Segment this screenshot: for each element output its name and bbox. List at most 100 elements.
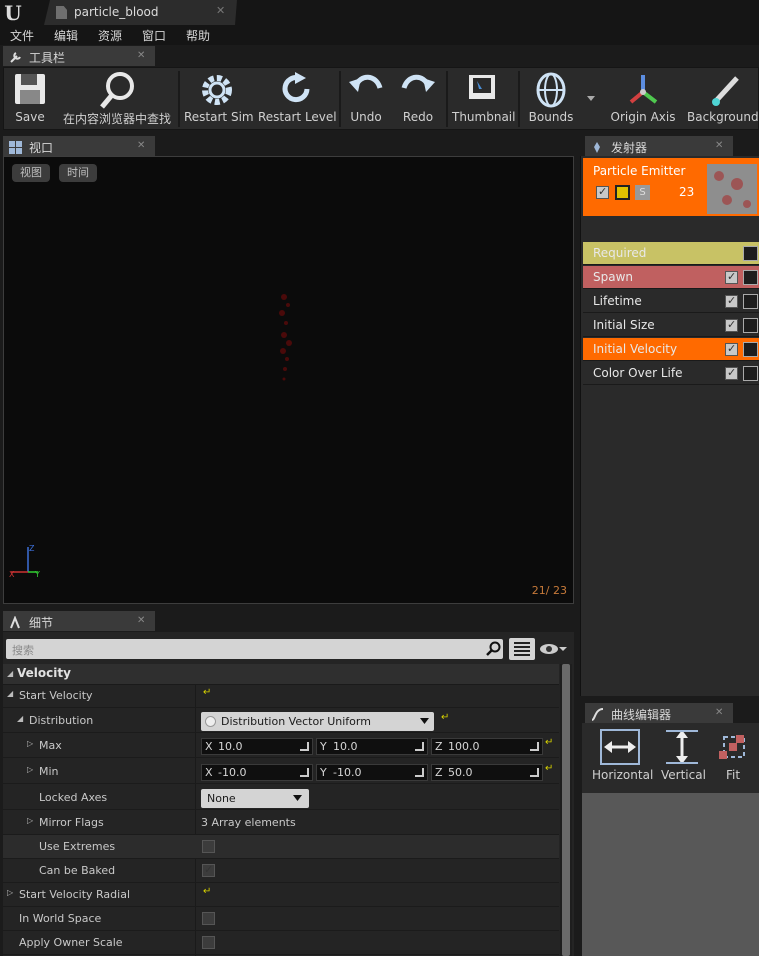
menu-window[interactable]: 窗口 <box>142 27 166 44</box>
fit-icon <box>719 735 745 759</box>
drag-handle-icon[interactable] <box>530 742 539 751</box>
close-panel-icon[interactable]: ✕ <box>137 615 145 626</box>
graph-icon[interactable] <box>743 294 758 309</box>
menu-file[interactable]: 文件 <box>10 27 34 44</box>
emitter-render-mode-icon[interactable] <box>615 185 630 200</box>
use-extremes-checkbox[interactable] <box>202 840 215 853</box>
min-y-field[interactable]: Y -10.0 <box>316 764 428 781</box>
menu-asset[interactable]: 资源 <box>98 27 122 44</box>
close-panel-icon[interactable]: ✕ <box>715 140 723 151</box>
module-required[interactable]: Required <box>583 242 759 265</box>
emitters-panel-tab[interactable]: 发射器 ✕ <box>585 136 733 156</box>
find-in-content-browser-button[interactable]: 在内容浏览器中查找 <box>59 68 175 130</box>
collapse-arrow-icon[interactable]: ◢ <box>17 714 23 723</box>
time-button[interactable]: 时间 <box>59 164 97 182</box>
module-initial-velocity[interactable]: Initial Velocity <box>583 338 759 361</box>
module-enable-checkbox[interactable] <box>725 318 738 332</box>
restart-sim-button[interactable]: Restart Sim <box>184 68 254 130</box>
save-button[interactable]: Save <box>6 68 54 130</box>
expand-arrow-icon[interactable]: ▷ <box>7 888 13 897</box>
close-panel-icon[interactable]: ✕ <box>137 140 145 151</box>
collapse-arrow-icon[interactable]: ◢ <box>7 689 13 698</box>
visibility-eye-icon[interactable] <box>539 642 569 656</box>
undo-button[interactable]: Undo <box>344 68 388 130</box>
chevron-down-icon <box>587 96 595 101</box>
module-enable-checkbox[interactable] <box>725 270 738 284</box>
module-enable-checkbox[interactable] <box>725 342 738 356</box>
min-x-field[interactable]: X -10.0 <box>201 764 313 781</box>
module-enable-checkbox[interactable] <box>725 294 738 308</box>
graph-icon[interactable] <box>743 246 758 261</box>
min-z-field[interactable]: Z 50.0 <box>431 764 543 781</box>
horizontal-button[interactable]: Horizontal <box>586 727 653 785</box>
close-panel-icon[interactable]: ✕ <box>715 707 723 718</box>
graph-icon[interactable] <box>743 342 758 357</box>
curve-editor-canvas[interactable] <box>582 793 759 956</box>
in-world-space-checkbox[interactable] <box>202 912 215 925</box>
thumbnail-button[interactable]: Thumbnail <box>452 68 515 130</box>
emitter-header[interactable]: Particle Emitter S 23 <box>583 158 759 216</box>
drag-handle-icon[interactable] <box>415 742 424 751</box>
property-matrix-button[interactable] <box>509 638 535 660</box>
bounds-dropdown[interactable] <box>584 68 598 130</box>
graph-icon[interactable] <box>743 318 758 333</box>
solo-button[interactable]: S <box>635 185 650 200</box>
apply-owner-scale-checkbox[interactable] <box>202 936 215 949</box>
toolbar-panel-tab[interactable]: 工具栏 ✕ <box>3 46 155 66</box>
emitter-thumbnail <box>707 164 757 214</box>
expand-arrow-icon[interactable]: ▷ <box>27 816 33 825</box>
redo-button[interactable]: Redo <box>396 68 440 130</box>
graph-icon[interactable] <box>743 270 758 285</box>
background-color-button[interactable]: Background C <box>684 68 759 130</box>
max-x-field[interactable]: X 10.0 <box>201 738 313 755</box>
module-enable-checkbox[interactable] <box>725 366 738 380</box>
reset-to-default-icon[interactable]: ↵ <box>545 764 554 774</box>
emitter-enable-checkbox[interactable] <box>596 185 609 199</box>
menu-help[interactable]: 帮助 <box>186 27 210 44</box>
bounds-button[interactable]: Bounds <box>524 68 578 130</box>
curve-editor-tab[interactable]: 曲线编辑器 ✕ <box>585 703 733 723</box>
view-button[interactable]: 视图 <box>12 164 50 182</box>
restart-level-button[interactable]: Restart Level <box>258 68 337 130</box>
max-y-field[interactable]: Y 10.0 <box>316 738 428 755</box>
drag-handle-icon[interactable] <box>415 768 424 777</box>
expand-arrow-icon[interactable]: ▷ <box>27 739 33 748</box>
can-be-baked-checkbox[interactable] <box>202 863 215 877</box>
expand-arrow-icon[interactable]: ▷ <box>27 765 33 774</box>
reset-to-default-icon[interactable]: ↵ <box>441 713 450 723</box>
chevron-down-icon <box>293 795 302 801</box>
close-panel-icon[interactable]: ✕ <box>137 50 145 61</box>
locked-axes-dropdown[interactable]: None <box>201 789 309 808</box>
details-panel-tab[interactable]: 细节 ✕ <box>3 611 155 631</box>
menu-edit[interactable]: 编辑 <box>54 27 78 44</box>
module-initial-size[interactable]: Initial Size <box>583 314 759 337</box>
scrollbar[interactable] <box>560 664 572 956</box>
module-lifetime[interactable]: Lifetime <box>583 290 759 313</box>
drag-handle-icon[interactable] <box>530 768 539 777</box>
distribution-dropdown[interactable]: Distribution Vector Uniform <box>201 712 434 731</box>
category-velocity[interactable]: ◢ Velocity <box>3 664 559 685</box>
module-spawn[interactable]: Spawn <box>583 266 759 289</box>
save-label: Save <box>15 110 45 124</box>
document-tab[interactable]: particle_blood ✕ <box>44 0 237 25</box>
close-tab-icon[interactable]: ✕ <box>216 4 225 17</box>
toolbar-separator <box>518 71 520 127</box>
vertical-button[interactable]: Vertical <box>656 727 708 785</box>
max-z-field[interactable]: Z 100.0 <box>431 738 543 755</box>
reset-to-default-icon[interactable]: ↵ <box>203 887 212 897</box>
module-color-over-life[interactable]: Color Over Life <box>583 362 759 385</box>
field-value: 10.0 <box>218 740 243 753</box>
viewport-panel-tab[interactable]: 视口 ✕ <box>3 136 155 156</box>
viewport[interactable]: 视图 时间 Z X Y 21/ 23 <box>3 156 574 604</box>
drag-handle-icon[interactable] <box>300 768 309 777</box>
scrollbar-thumb[interactable] <box>562 664 570 956</box>
origin-axis-button[interactable]: Origin Axis <box>606 68 680 130</box>
reset-to-default-icon[interactable]: ↵ <box>545 738 554 748</box>
fit-button[interactable]: Fit <box>712 727 756 785</box>
reset-to-default-icon[interactable]: ↵ <box>203 688 212 698</box>
search-input[interactable]: 搜索 <box>6 639 503 659</box>
drag-handle-icon[interactable] <box>300 742 309 751</box>
particle-system-icon <box>56 6 67 19</box>
graph-icon[interactable] <box>743 366 758 381</box>
module-label: Lifetime <box>593 294 642 308</box>
